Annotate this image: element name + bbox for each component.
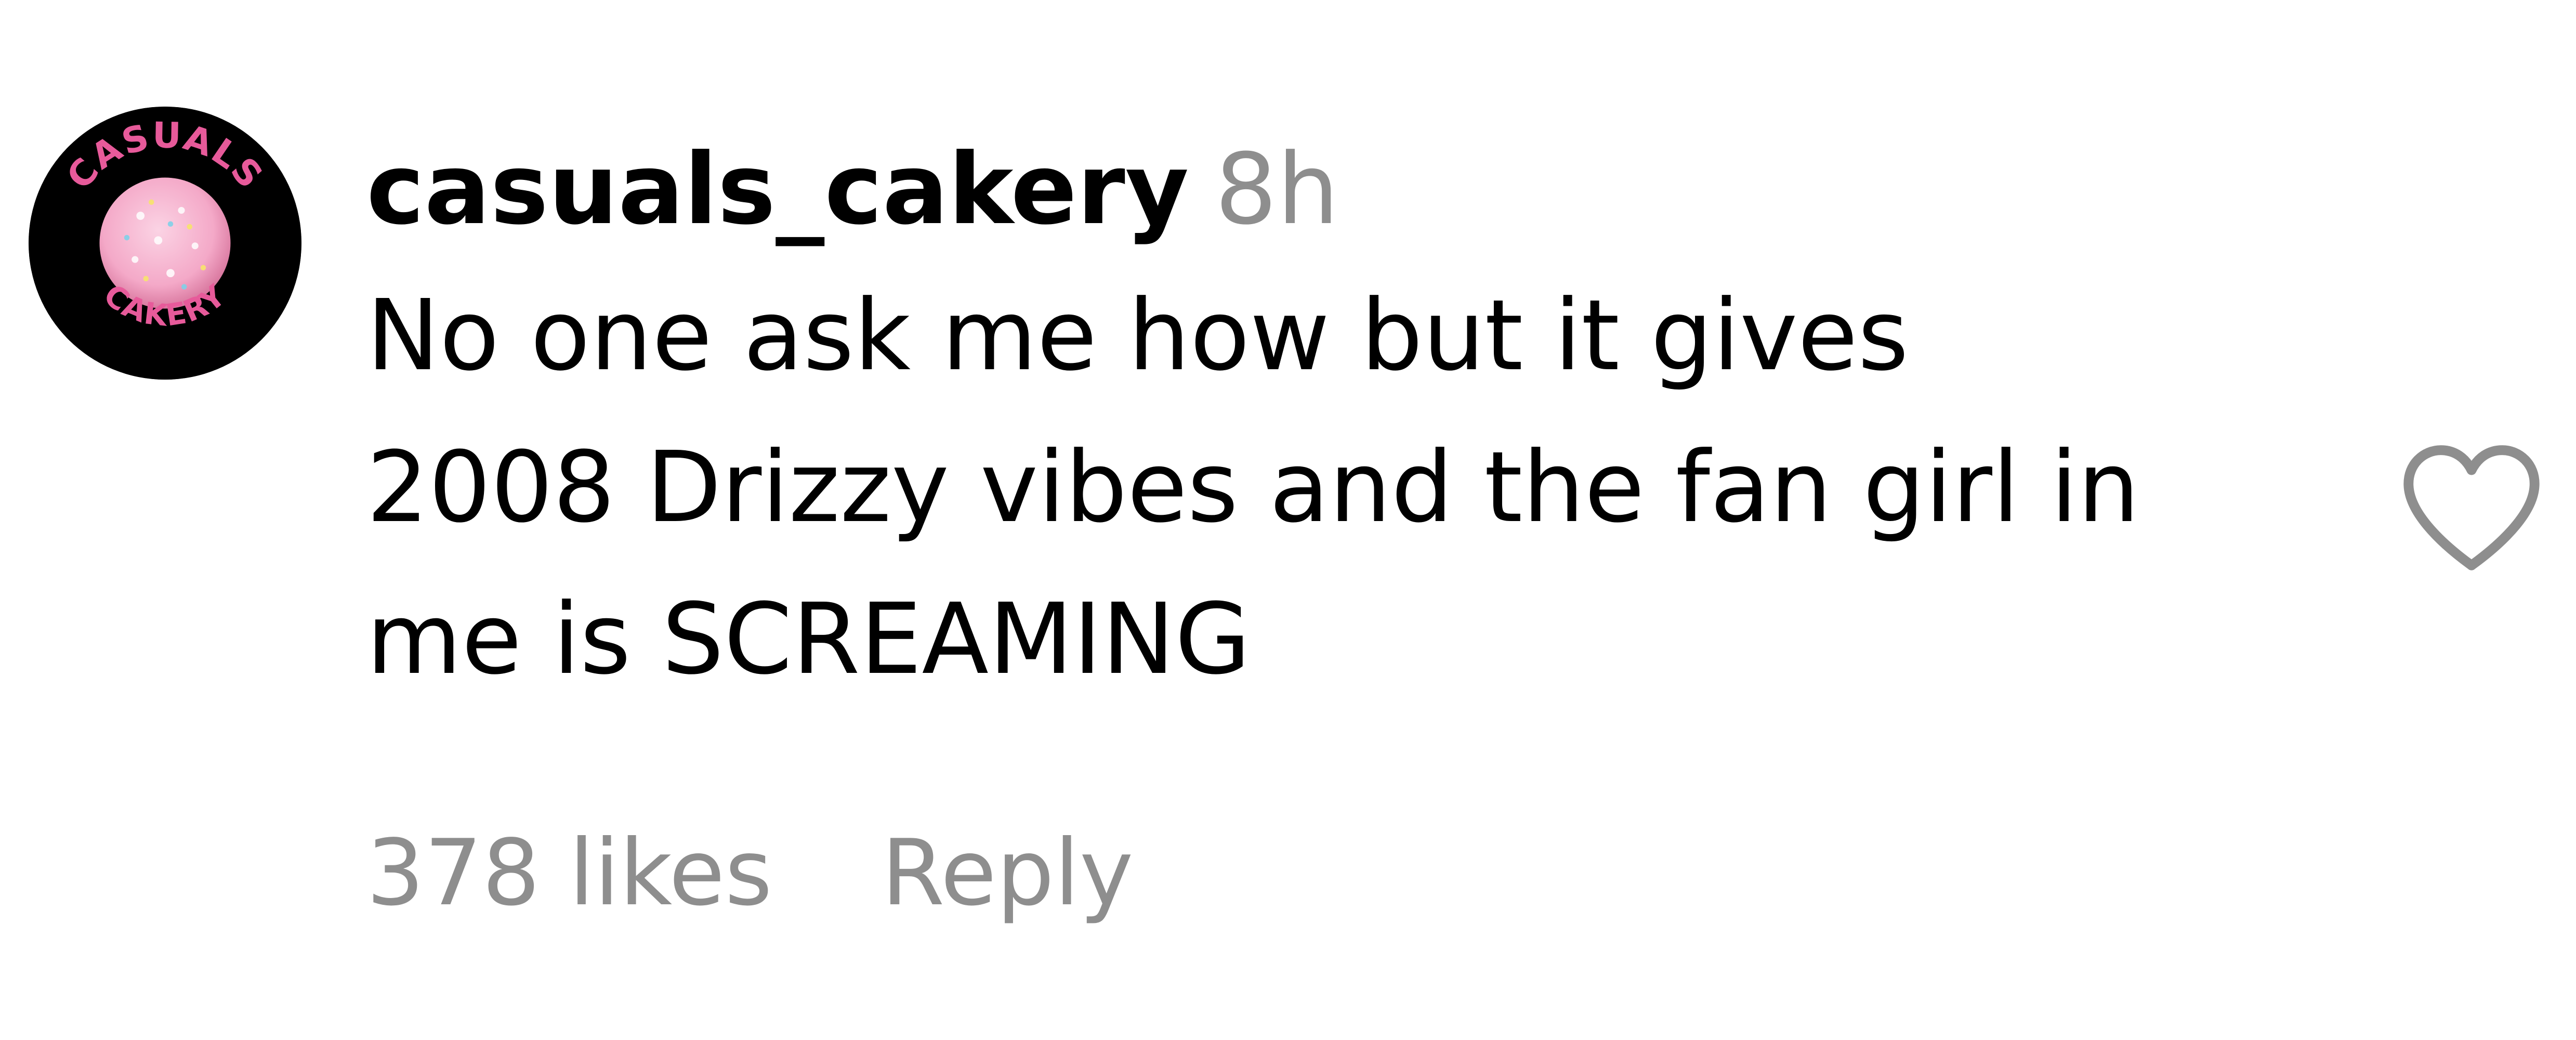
avatar[interactable]: CASUALS CAKERY bbox=[29, 107, 301, 380]
comment-actions: 378 likes Reply bbox=[366, 809, 1134, 939]
comment-body: casuals_cakery 8h No one ask me how but i… bbox=[366, 120, 2342, 716]
comment-item: CASUALS CAKERY casuals_cakery 8h No one a… bbox=[0, 0, 2576, 1040]
comment-text-line: 2008 Drizzy vibes and the fan girl in bbox=[366, 431, 2140, 544]
comment-text-line: me is SCREAMING bbox=[366, 582, 1251, 696]
heart-outline-icon bbox=[2403, 445, 2540, 570]
comment-text: No one ask me how but it gives 2008 Driz… bbox=[366, 260, 2342, 716]
comment-text-line: No one ask me how but it gives bbox=[366, 279, 1909, 393]
username-link[interactable]: casuals_cakery bbox=[366, 133, 1189, 246]
comment-header: casuals_cakery 8h bbox=[366, 120, 2342, 260]
likes-count-button[interactable]: 378 likes bbox=[366, 821, 772, 926]
timestamp[interactable]: 8h bbox=[1215, 133, 1339, 246]
casuals-cakery-logo-icon: CASUALS CAKERY bbox=[29, 107, 301, 380]
like-button[interactable] bbox=[2396, 439, 2547, 575]
reply-button[interactable]: Reply bbox=[882, 821, 1134, 926]
